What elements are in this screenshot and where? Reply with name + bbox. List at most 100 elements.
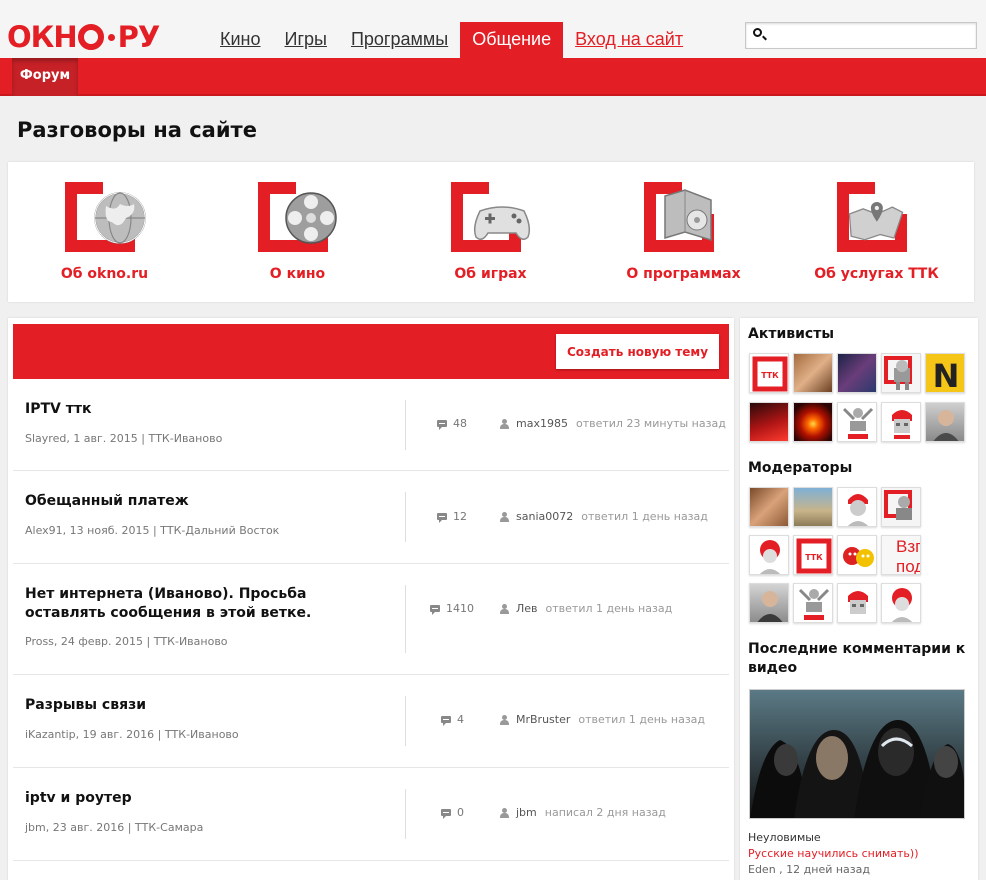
avatar[interactable] — [837, 583, 877, 623]
reply-count: 1410 — [430, 602, 474, 615]
last-reply: jbm написал 2 дня назад — [500, 806, 666, 819]
user-icon — [500, 418, 509, 429]
avatar[interactable] — [925, 402, 965, 442]
reply-count: 0 — [441, 806, 464, 819]
thread-title[interactable]: Нет интернета (Иваново). Просьба оставля… — [25, 585, 385, 623]
last-reply-user[interactable]: Лев — [516, 602, 538, 615]
category-label: О программах — [626, 266, 741, 282]
thread-meta: Pross, 24 февр. 2015 | ТТК-Иваново — [25, 635, 228, 648]
divider — [405, 585, 406, 653]
user-icon — [500, 807, 509, 818]
last-reply-user[interactable]: max1985 — [516, 417, 568, 430]
create-topic-button[interactable]: Создать новую тему — [556, 334, 719, 369]
svg-text:N: N — [933, 357, 960, 393]
logo-dot-icon — [107, 33, 115, 41]
comment-icon — [437, 420, 447, 430]
top-bar: ОКН РУ Кино Игры Программы Общение Вход … — [0, 0, 986, 58]
comment-icon — [441, 716, 451, 726]
last-reply-user[interactable]: MrBruster — [516, 713, 570, 726]
thread-title[interactable]: Обещанный платеж — [25, 492, 385, 511]
last-reply-user[interactable]: sania0072 — [516, 510, 573, 523]
film-reel-icon — [285, 192, 337, 244]
divider — [405, 492, 406, 542]
map-pin-icon — [848, 202, 904, 241]
category-label: Об okno.ru — [60, 266, 149, 282]
avatar[interactable] — [793, 402, 833, 442]
avatar[interactable] — [881, 487, 921, 527]
search-icon[interactable] — [753, 28, 762, 37]
category-panel: Об okno.ru О кино Об играх О программах — [8, 162, 974, 302]
avatar[interactable] — [837, 402, 877, 442]
avatar[interactable] — [749, 583, 789, 623]
thread-meta: Alex91, 13 нояб. 2015 | ТТК-Дальний Вост… — [25, 524, 280, 537]
tab-forum[interactable]: Форум — [12, 58, 78, 96]
avatar[interactable]: N — [925, 353, 965, 393]
reply-count: 12 — [437, 510, 467, 523]
divider — [405, 789, 406, 839]
avatar[interactable] — [749, 535, 789, 575]
avatar-text: Взг под — [896, 537, 921, 575]
last-reply-time: ответил 23 минуты назад — [575, 417, 726, 430]
thread-row[interactable]: Обещанный платеж Alex91, 13 нояб. 2015 |… — [13, 471, 729, 564]
reply-count-value: 48 — [453, 417, 467, 430]
video-title[interactable]: Неуловимые — [748, 831, 821, 844]
last-reply: MrBruster ответил 1 день назад — [500, 713, 705, 726]
category-ttk-services[interactable]: Об услугах ТТК — [780, 162, 973, 302]
category-label: Об играх — [454, 266, 527, 282]
reply-count-value: 12 — [453, 510, 467, 523]
avatar[interactable] — [793, 487, 833, 527]
nav-community[interactable]: Общение — [460, 22, 564, 58]
category-label: Об услугах ТТК — [814, 266, 939, 282]
comment-icon — [437, 513, 447, 523]
avatar[interactable] — [793, 353, 833, 393]
nav-kino[interactable]: Кино — [208, 22, 273, 58]
nav-login[interactable]: Вход на сайт — [563, 22, 695, 58]
logo-ring-icon — [77, 24, 104, 50]
user-icon — [500, 603, 509, 614]
video-comment[interactable]: Русские научились снимать)) — [748, 847, 919, 860]
nav-programs[interactable]: Программы — [339, 22, 460, 58]
avatar[interactable] — [837, 353, 877, 393]
thread-row[interactable]: Разрывы связи iKazantip, 19 авг. 2016 | … — [13, 675, 729, 768]
category-games[interactable]: Об играх — [394, 162, 587, 302]
avatar[interactable] — [793, 583, 833, 623]
comment-icon — [441, 809, 451, 819]
avatar[interactable] — [837, 487, 877, 527]
category-software[interactable]: О программах — [587, 162, 780, 302]
software-box-icon — [664, 189, 712, 242]
activists-title: Активисты — [748, 326, 835, 342]
category-movies[interactable]: О кино — [201, 162, 394, 302]
last-reply: sania0072 ответил 1 день назад — [500, 510, 708, 523]
thread-title[interactable]: IPTV ттк — [25, 400, 385, 419]
thread-title[interactable]: Разрывы связи — [25, 696, 385, 715]
nav-games[interactable]: Игры — [273, 22, 339, 58]
globe-icon — [94, 192, 146, 244]
reply-count: 48 — [437, 417, 467, 430]
avatar[interactable] — [881, 353, 921, 393]
thread-row[interactable]: Нет интернета (Иваново). Просьба оставля… — [13, 564, 729, 675]
thread-row[interactable]: iptv и роутер jbm, 23 авг. 2016 | ТТК-Са… — [13, 768, 729, 861]
last-reply-user[interactable]: jbm — [516, 806, 537, 819]
thread-list-header: Создать новую тему — [13, 324, 729, 379]
search-input[interactable] — [770, 25, 970, 46]
sub-nav: Форум — [0, 58, 986, 96]
avatar[interactable] — [881, 402, 921, 442]
site-logo[interactable]: ОКН РУ — [7, 20, 160, 54]
svg-text:ТТК: ТТК — [805, 553, 823, 562]
video-thumbnail[interactable] — [749, 689, 965, 819]
avatar[interactable] — [749, 402, 789, 442]
avatar[interactable] — [881, 583, 921, 623]
avatar[interactable]: Взг под — [881, 535, 921, 575]
avatar[interactable] — [837, 535, 877, 575]
reply-count-value: 0 — [457, 806, 464, 819]
search-box — [745, 22, 977, 49]
category-okno[interactable]: Об okno.ru — [8, 162, 201, 302]
thread-title[interactable]: iptv и роутер — [25, 789, 385, 808]
thread-row[interactable]: IPTV ттк Slayred, 1 авг. 2015 | ТТК-Иван… — [13, 379, 729, 471]
thread-meta: jbm, 23 авг. 2016 | ТТК-Самара — [25, 821, 204, 834]
thread-list: Создать новую тему IPTV ттк Slayred, 1 а… — [8, 318, 734, 880]
avatar[interactable]: ТТК — [749, 353, 789, 393]
avatar[interactable]: ТТК — [793, 535, 833, 575]
avatar[interactable] — [749, 487, 789, 527]
main-nav: Кино Игры Программы Общение Вход на сайт — [208, 22, 695, 58]
